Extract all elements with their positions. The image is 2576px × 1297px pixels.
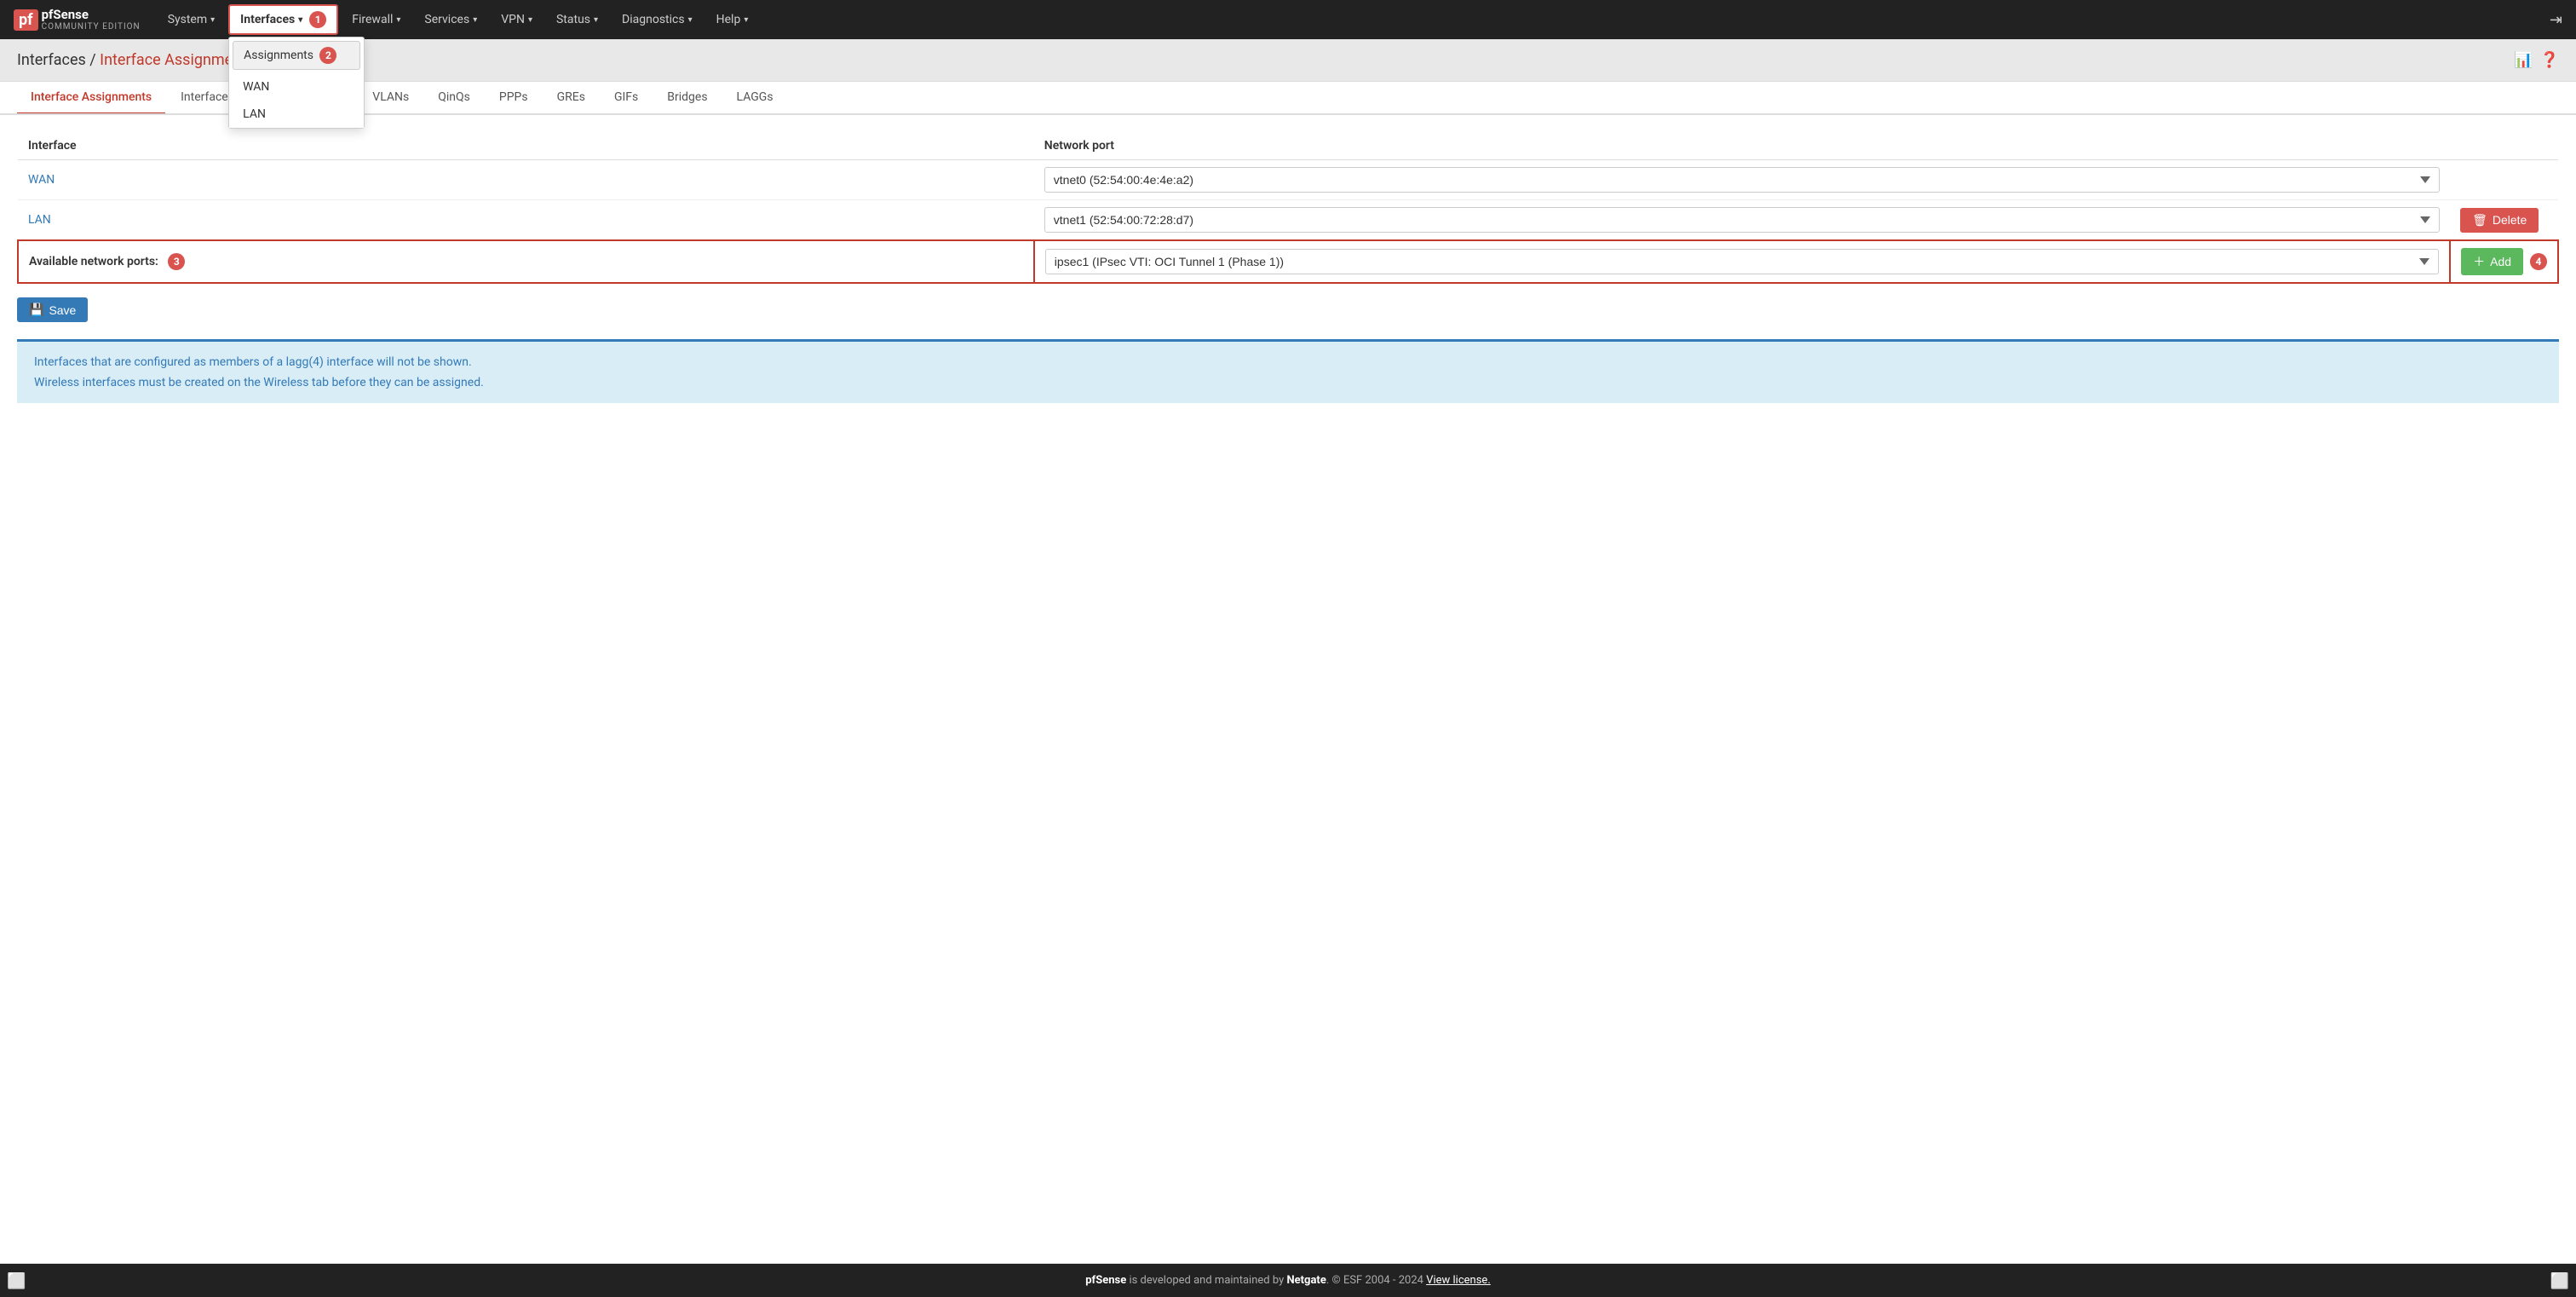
dropdown-item-lan[interactable]: LAN xyxy=(229,101,364,128)
logout-icon[interactable]: ⇥ xyxy=(2550,11,2562,29)
tab-qinqs[interactable]: QinQs xyxy=(424,82,484,115)
dropdown-item-wan[interactable]: WAN xyxy=(229,73,364,101)
trash-icon: 🗑 xyxy=(2472,213,2487,228)
nav-item-firewall[interactable]: Firewall ▾ xyxy=(342,8,411,32)
tab-ppps[interactable]: PPPs xyxy=(486,82,542,115)
col-header-network-port: Network port xyxy=(1034,132,2450,160)
nav-menu: System ▾ Interfaces ▾ 1 Assignments 2 WA… xyxy=(158,4,2550,35)
col-header-interface: Interface xyxy=(18,132,1034,160)
caret-icon: ▾ xyxy=(473,15,477,25)
nav-item-diagnostics[interactable]: Diagnostics ▾ xyxy=(612,8,703,32)
tab-interface-assignments[interactable]: Interface Assignments xyxy=(17,82,165,115)
table-row: LAN vtnet1 (52:54:00:72:28:d7) 🗑 Delete xyxy=(18,200,2558,241)
info-message-2: Wireless interfaces must be created on t… xyxy=(34,376,2542,389)
caret-icon: ▾ xyxy=(298,15,302,25)
footer: pfSense is developed and maintained by N… xyxy=(0,1264,2576,1297)
tab-gifs[interactable]: GIFs xyxy=(601,82,652,115)
save-button[interactable]: 💾 Save xyxy=(17,297,88,322)
tab-vlans[interactable]: VLANs xyxy=(359,82,423,115)
caret-icon: ▾ xyxy=(744,15,748,25)
content-area: Interface Network port WAN vtnet0 (52:54… xyxy=(0,115,2576,420)
brand-edition: COMMUNITY EDITION xyxy=(42,22,141,32)
scroll-up-right-icon[interactable]: ⬜ xyxy=(2550,1272,2569,1290)
nav-item-system[interactable]: System ▾ xyxy=(158,8,225,32)
nav-item-interfaces-container: Interfaces ▾ 1 Assignments 2 WAN LAN xyxy=(228,4,338,35)
available-ports-badge: 3 xyxy=(168,253,185,270)
available-ports-select[interactable]: ipsec1 (IPsec VTI: OCI Tunnel 1 (Phase 1… xyxy=(1045,249,2439,274)
nav-item-status[interactable]: Status ▾ xyxy=(546,8,608,32)
assignments-table: Interface Network port WAN vtnet0 (52:54… xyxy=(17,132,2559,284)
interfaces-badge: 1 xyxy=(309,11,326,28)
tab-laggs[interactable]: LAGGs xyxy=(723,82,787,115)
lan-port-select[interactable]: vtnet1 (52:54:00:72:28:d7) xyxy=(1044,207,2440,233)
plus-icon: ＋ xyxy=(2473,253,2485,270)
page-container: Interfaces / Interface Assignments 📊 ❓ I… xyxy=(0,39,2576,1263)
available-ports-row: Available network ports: 3 ipsec1 (IPsec… xyxy=(18,240,2558,283)
scroll-up-left-icon[interactable]: ⬜ xyxy=(7,1272,26,1290)
breadcrumb-icons: 📊 ❓ xyxy=(2514,51,2559,69)
interface-link-wan[interactable]: WAN xyxy=(28,173,55,187)
footer-brand: pfSense xyxy=(1085,1274,1126,1287)
tab-gres[interactable]: GREs xyxy=(543,82,599,115)
nav-item-services[interactable]: Services ▾ xyxy=(414,8,487,32)
nav-item-vpn[interactable]: VPN ▾ xyxy=(491,8,543,32)
delete-button[interactable]: 🗑 Delete xyxy=(2460,208,2539,233)
footer-license-link[interactable]: View license. xyxy=(1426,1274,1491,1287)
caret-icon: ▾ xyxy=(594,15,598,25)
caret-icon: ▾ xyxy=(210,15,215,25)
add-badge: 4 xyxy=(2530,253,2547,270)
breadcrumb-bar: Interfaces / Interface Assignments 📊 ❓ xyxy=(0,39,2576,82)
table-row: WAN vtnet0 (52:54:00:4e:4e:a2) xyxy=(18,160,2558,200)
footer-text: pfSense is developed and maintained by N… xyxy=(1085,1274,1491,1287)
interface-link-lan[interactable]: LAN xyxy=(28,213,51,227)
interfaces-dropdown: Assignments 2 WAN LAN xyxy=(228,37,365,129)
caret-icon: ▾ xyxy=(688,15,693,25)
brand-name: pfSense xyxy=(42,7,141,22)
tab-bridges[interactable]: Bridges xyxy=(653,82,721,115)
help-icon[interactable]: ❓ xyxy=(2540,51,2559,69)
navbar: pf pfSense COMMUNITY EDITION System ▾ In… xyxy=(0,0,2576,39)
breadcrumb-prefix: Interfaces / xyxy=(17,51,100,69)
info-box: Interfaces that are configured as member… xyxy=(17,339,2559,403)
wan-port-select[interactable]: vtnet0 (52:54:00:4e:4e:a2) xyxy=(1044,167,2440,193)
logo-icon: pf xyxy=(14,9,38,31)
info-message-1: Interfaces that are configured as member… xyxy=(34,355,2542,369)
brand-logo: pf pfSense COMMUNITY EDITION xyxy=(14,7,141,32)
chart-icon[interactable]: 📊 xyxy=(2514,51,2533,69)
nav-item-help[interactable]: Help ▾ xyxy=(706,8,759,32)
tabs-bar: Interface Assignments Interface Groups W… xyxy=(0,82,2576,115)
save-icon: 💾 xyxy=(29,303,43,317)
add-button[interactable]: ＋ Add xyxy=(2461,248,2523,275)
footer-netgate: Netgate xyxy=(1286,1274,1325,1287)
caret-icon: ▾ xyxy=(396,15,400,25)
breadcrumb: Interfaces / Interface Assignments xyxy=(17,51,254,69)
nav-item-interfaces[interactable]: Interfaces ▾ 1 xyxy=(228,4,338,35)
caret-icon: ▾ xyxy=(528,15,532,25)
dropdown-item-assignments[interactable]: Assignments 2 xyxy=(233,41,360,70)
available-ports-label: Available network ports: xyxy=(29,255,158,268)
assignments-badge: 2 xyxy=(319,47,336,64)
